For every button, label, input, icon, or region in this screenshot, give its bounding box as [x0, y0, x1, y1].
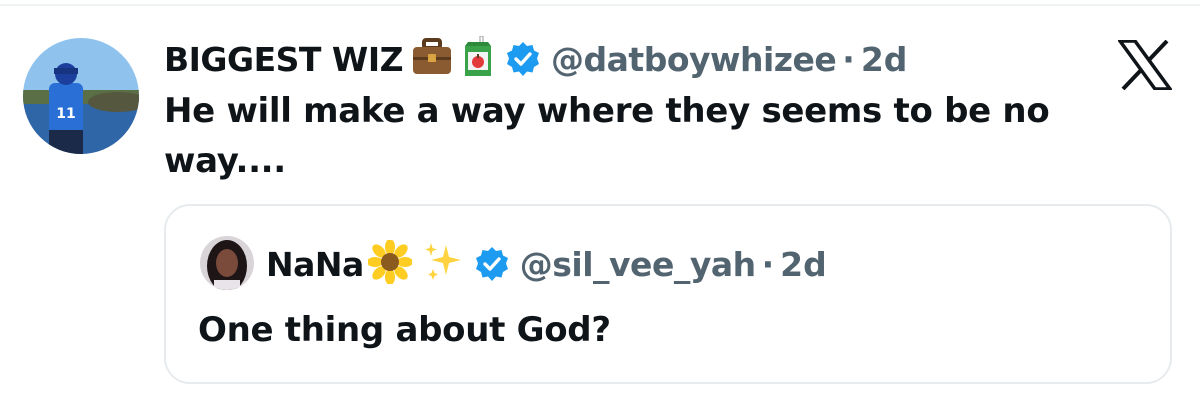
separator-dot: ·	[761, 244, 775, 284]
verified-badge-icon	[505, 41, 541, 77]
quoted-post-text: One thing about God?	[198, 310, 611, 350]
quoted-author-handle[interactable]: @sil_vee_yah	[520, 245, 756, 284]
separator-dot: ·	[842, 39, 855, 79]
briefcase-icon	[411, 38, 453, 80]
x-logo-icon[interactable]	[1116, 39, 1174, 91]
sparkles-icon	[422, 241, 464, 287]
post-text: He will make a way where they seems to b…	[164, 91, 1050, 181]
divider	[0, 4, 1200, 6]
author-avatar[interactable]: 11	[23, 38, 139, 154]
quoted-post-timestamp[interactable]: 2d	[780, 245, 827, 284]
post-card: 11 BIGGEST WIZ @datboywhizee · 2d He wil…	[0, 0, 1200, 406]
verified-badge-icon	[474, 246, 510, 282]
svg-text:11: 11	[56, 106, 75, 122]
quoted-post-header: NaNa @sil_vee_yah · 2d	[266, 239, 827, 288]
sunflower-icon	[366, 239, 413, 288]
quoted-post[interactable]: NaNa @sil_vee_yah · 2d One thing about G…	[164, 204, 1172, 384]
quoted-author-avatar[interactable]	[200, 236, 254, 290]
display-name[interactable]: BIGGEST WIZ	[164, 40, 404, 79]
post-timestamp[interactable]: 2d	[861, 40, 908, 79]
quoted-display-name[interactable]: NaNa	[266, 245, 364, 284]
author-handle[interactable]: @datboywhizee	[551, 40, 837, 79]
post-header: BIGGEST WIZ @datboywhizee · 2d	[164, 35, 908, 82]
juice-box-icon	[461, 35, 495, 82]
